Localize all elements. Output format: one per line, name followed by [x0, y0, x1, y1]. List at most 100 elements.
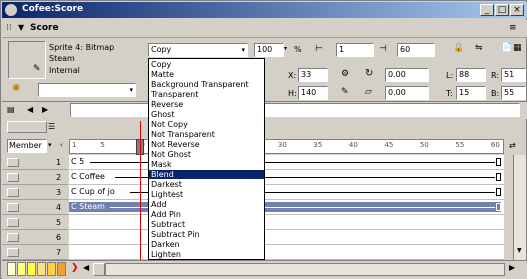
- channel-row[interactable]: C Coffee: [69, 170, 504, 185]
- rotation-field[interactable]: 0.00: [385, 68, 429, 82]
- swap-icon[interactable]: ⇋: [475, 43, 483, 53]
- channel-row-header[interactable]: 7: [2, 245, 68, 260]
- ink-option[interactable]: Ghost: [149, 110, 264, 119]
- r-field[interactable]: 51: [501, 68, 526, 82]
- scroll-left-icon[interactable]: ◀: [83, 263, 89, 272]
- channel-visibility-toggle[interactable]: [7, 233, 19, 242]
- color-swatch[interactable]: [7, 262, 16, 276]
- ink-option[interactable]: Add: [149, 200, 264, 209]
- display-select[interactable]: Member: [7, 139, 47, 153]
- film-icon[interactable]: ▦: [513, 43, 522, 53]
- channel-row-header[interactable]: 2: [2, 170, 68, 185]
- prev-arrow-icon[interactable]: ◀: [27, 105, 33, 114]
- h-field[interactable]: 140: [298, 86, 328, 100]
- grip-icon[interactable]: ⁞⁞: [6, 23, 12, 33]
- l-field[interactable]: 88: [456, 68, 486, 82]
- channel-row[interactable]: [69, 215, 504, 230]
- channel-visibility-toggle[interactable]: [7, 188, 19, 197]
- ruler-scroll-icon[interactable]: ⇄: [509, 141, 516, 150]
- channel-row-header[interactable]: 5: [2, 215, 68, 230]
- ink-option[interactable]: Not Transparent: [149, 130, 264, 139]
- ink-option[interactable]: Mask: [149, 160, 264, 169]
- channel-row[interactable]: [69, 245, 504, 260]
- color-swatch[interactable]: [37, 262, 46, 276]
- maximize-button[interactable]: □: [495, 4, 509, 16]
- b-field[interactable]: 55: [501, 86, 526, 100]
- collapse-icon[interactable]: ▼: [18, 23, 24, 32]
- channel-row[interactable]: C 5: [69, 155, 504, 170]
- ink-select[interactable]: Copy ▾: [148, 43, 248, 57]
- sprite-end-frame-marker[interactable]: [496, 158, 501, 166]
- color-swatch[interactable]: [47, 262, 56, 276]
- start-frame-field[interactable]: 1: [336, 43, 374, 57]
- ink-option[interactable]: Not Reverse: [149, 140, 264, 149]
- title-bar[interactable]: Cofee:Score _ □ ×: [2, 2, 527, 18]
- ink-option[interactable]: Not Copy: [149, 120, 264, 129]
- channel-visibility-toggle[interactable]: [7, 203, 19, 212]
- color-swatch[interactable]: [17, 262, 26, 276]
- blend-dropdown-arrow[interactable]: ▾: [284, 44, 287, 54]
- sprite-span[interactable]: C Steam: [69, 202, 501, 212]
- channel-row-header[interactable]: 3: [2, 185, 68, 200]
- channel-visibility-toggle[interactable]: [7, 158, 19, 167]
- ink-option[interactable]: Darkest: [149, 180, 264, 189]
- scroll-right-icon[interactable]: ▶: [509, 263, 515, 272]
- channel-visibility-toggle[interactable]: [7, 248, 19, 257]
- panel-menu-icon[interactable]: ≡: [509, 23, 517, 33]
- ruler-tick-label: 50: [419, 141, 429, 149]
- ink-option[interactable]: Lightest: [149, 190, 264, 199]
- channel-row[interactable]: C Cup of jo: [69, 185, 504, 200]
- ink-option[interactable]: Background Transparent: [149, 80, 264, 89]
- channel-row-header[interactable]: 4: [2, 200, 68, 215]
- channel-row-header[interactable]: 1: [2, 155, 68, 170]
- behavior-dropdown[interactable]: ▾: [38, 83, 136, 97]
- sprite-span[interactable]: C Coffee: [69, 172, 501, 182]
- frame-ruler[interactable]: 151015202530354045505560: [69, 139, 504, 154]
- t-field[interactable]: 15: [456, 86, 486, 100]
- collapse-left-icon[interactable]: ‹: [60, 141, 63, 149]
- lock-icon[interactable]: 🔒: [453, 43, 464, 53]
- channel-visibility-toggle[interactable]: [7, 218, 19, 227]
- channel-toggle[interactable]: [7, 121, 47, 133]
- sprite-end-frame-marker[interactable]: [496, 203, 501, 211]
- x-field[interactable]: 33: [298, 68, 328, 82]
- ink-option[interactable]: Transparent: [149, 90, 264, 99]
- vertical-scrollbar[interactable]: ▼: [513, 155, 526, 260]
- ink-option[interactable]: Subtract Pin: [149, 230, 264, 239]
- channel-row[interactable]: [69, 230, 504, 245]
- ink-option[interactable]: Darken: [149, 240, 264, 249]
- behavior-icon[interactable]: ✺: [12, 83, 20, 94]
- minimize-button[interactable]: _: [480, 4, 494, 16]
- score-tempo-strip[interactable]: [70, 103, 520, 117]
- ink-option[interactable]: Not Ghost: [149, 150, 264, 159]
- close-button[interactable]: ×: [510, 4, 524, 16]
- color-swatch[interactable]: [27, 262, 36, 276]
- ink-option[interactable]: Subtract: [149, 220, 264, 229]
- score-grid-icon[interactable]: ☰: [48, 122, 55, 131]
- channel-visibility-toggle[interactable]: [7, 173, 19, 182]
- color-swatch[interactable]: [57, 262, 66, 276]
- chevron-down-icon[interactable]: ▾: [48, 141, 52, 149]
- ink-option[interactable]: Lighten: [149, 250, 264, 259]
- ink-option[interactable]: Copy: [149, 60, 264, 69]
- next-arrow-icon[interactable]: ▶: [42, 105, 48, 114]
- scroll-down-icon[interactable]: ▼: [517, 247, 522, 254]
- blend-field[interactable]: 100: [254, 43, 284, 57]
- sprite-span[interactable]: C Cup of jo: [69, 187, 501, 197]
- ink-option[interactable]: Add Pin: [149, 210, 264, 219]
- horizontal-scrollbar[interactable]: [105, 263, 505, 276]
- script-icon[interactable]: 📄: [501, 43, 512, 53]
- horizontal-scroll-thumb[interactable]: [93, 263, 105, 276]
- ink-option[interactable]: Blend: [149, 170, 264, 179]
- ink-dropdown-list[interactable]: Copy Matte Background Transparent Transpare…: [148, 58, 265, 260]
- sprite-span[interactable]: C 5: [69, 157, 501, 167]
- channel-icon[interactable]: ▤: [7, 105, 15, 114]
- sprite-end-frame-marker[interactable]: [496, 173, 501, 181]
- ink-option[interactable]: Reverse: [149, 100, 264, 109]
- channel-row[interactable]: C Steam: [69, 200, 504, 215]
- ink-option[interactable]: Matte: [149, 70, 264, 79]
- channel-row-header[interactable]: 6: [2, 230, 68, 245]
- skew-field[interactable]: 0.00: [385, 86, 429, 100]
- sprite-end-frame-marker[interactable]: [496, 188, 501, 196]
- end-frame-field[interactable]: 60: [397, 43, 435, 57]
